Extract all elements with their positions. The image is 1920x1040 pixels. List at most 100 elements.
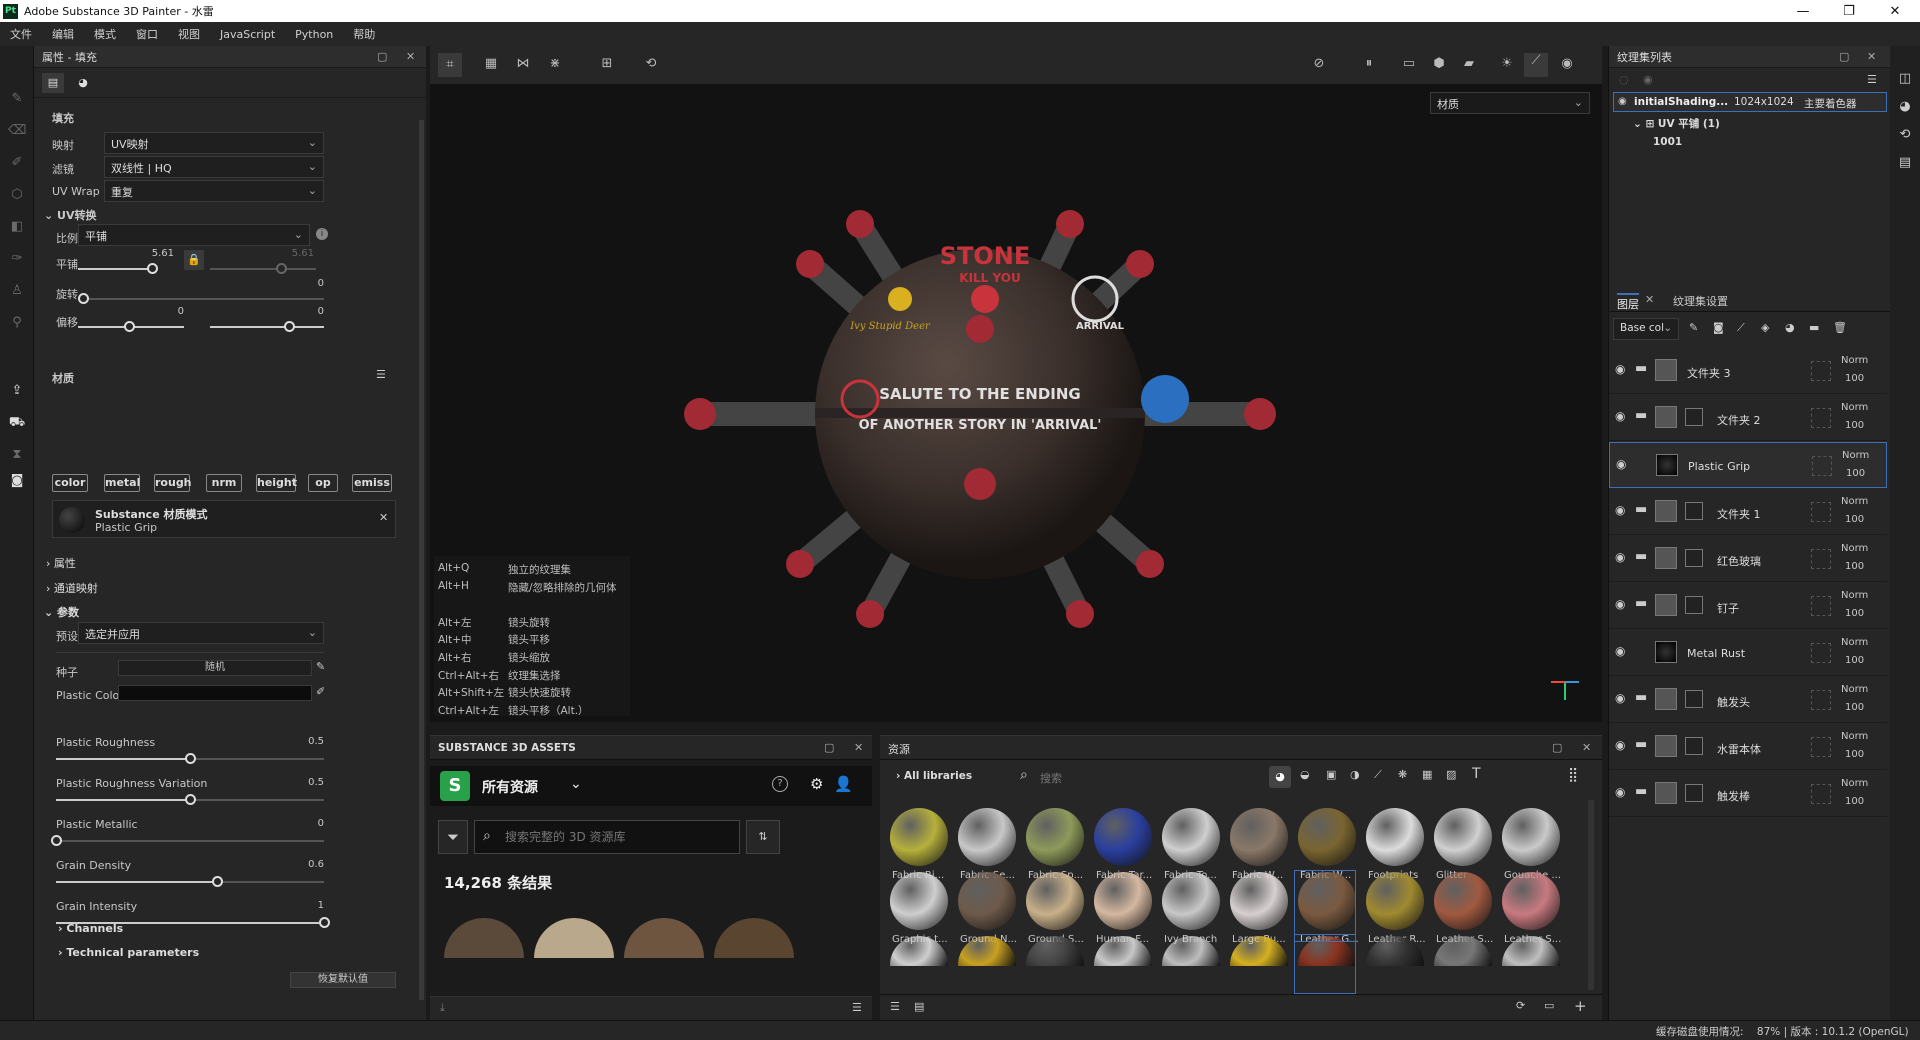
offset-slider-knob-2[interactable] [284, 321, 295, 332]
restore-defaults-button[interactable]: 恢复默认值 [290, 972, 396, 988]
channel-color[interactable]: color [52, 474, 88, 492]
material-thumbnail[interactable] [958, 872, 1016, 930]
channels-section-toggle[interactable]: › Channels [58, 922, 123, 935]
material-thumbnail[interactable] [1434, 872, 1492, 930]
history-icon[interactable]: ⟲ [1896, 126, 1914, 144]
material-props-icon[interactable]: ◕ [72, 73, 94, 93]
user-icon[interactable]: 👤 [834, 775, 853, 793]
delete-icon[interactable]: 🗑 [1833, 321, 1847, 334]
eye-icon[interactable]: ◉ [1615, 550, 1625, 564]
tiling-slider-knob-2[interactable] [276, 263, 287, 274]
seed-random-button[interactable]: 随机 [118, 660, 312, 676]
layer-opacity[interactable]: 100 [1845, 608, 1864, 619]
symmetry-y-icon[interactable]: ⋇ [546, 56, 564, 74]
blend-mode[interactable]: Norm [1841, 543, 1868, 554]
grid-view-icon[interactable]: ⌗ [438, 53, 462, 77]
assets-source-dropdown[interactable]: 所有资源 [482, 777, 538, 797]
layer-opacity[interactable]: 100 [1845, 749, 1864, 760]
eye-icon[interactable]: ◉ [1615, 644, 1625, 658]
add-mask-icon[interactable]: ◙ [1713, 321, 1724, 334]
layer-mask-slot[interactable] [1811, 690, 1831, 710]
asset-thumb[interactable] [534, 918, 614, 958]
sort-icon[interactable]: ⇅ [746, 820, 780, 854]
material-thumbnail[interactable] [1366, 872, 1424, 930]
blend-mode[interactable]: Norm [1841, 778, 1868, 789]
screenshot-icon[interactable]: ◉ [1558, 56, 1576, 74]
view-2d-icon[interactable]: ▭ [1400, 56, 1418, 74]
masks-icon[interactable]: ▣ [1326, 768, 1336, 781]
display-icon[interactable]: ◙ [8, 472, 26, 490]
layer-opacity[interactable]: 100 [1845, 514, 1864, 525]
close-icon[interactable]: ✕ [1582, 741, 1591, 754]
add-smart-material-icon[interactable]: ◕ [1785, 321, 1795, 334]
undock-icon[interactable]: ▢ [377, 50, 387, 63]
frame-icon[interactable]: ⊞ [598, 56, 616, 74]
layer-row[interactable]: ◉ Plastic Grip Norm 100 [1609, 442, 1887, 488]
layer-opacity[interactable]: 100 [1846, 468, 1865, 479]
asset-thumb[interactable] [714, 918, 794, 958]
eraser-icon[interactable]: ⌫ [8, 122, 26, 140]
layer-mask-slot[interactable] [1812, 456, 1832, 476]
param-slider-knob[interactable] [211, 876, 223, 887]
menu-window[interactable]: 窗口 [126, 26, 168, 42]
materials-filter-icon[interactable]: ◕ [1269, 766, 1291, 788]
undock-icon[interactable]: ▢ [824, 741, 834, 754]
color-picker-icon[interactable]: ✐ [316, 685, 325, 698]
layer-mask-slot[interactable] [1811, 784, 1831, 804]
channel-metal[interactable]: metal [104, 474, 140, 492]
camera-icon[interactable]: ◫ [1896, 70, 1914, 88]
properties-scrollbar[interactable] [419, 120, 424, 1000]
close-icon[interactable]: ✕ [1645, 293, 1654, 306]
filter-icon[interactable]: ⏷ [438, 820, 468, 854]
layer-mask-slot[interactable] [1811, 361, 1831, 381]
asset-thumb[interactable] [444, 918, 524, 958]
layer-mask-slot[interactable] [1811, 596, 1831, 616]
textures-icon[interactable]: ▦ [1422, 768, 1432, 781]
polygon-fill-icon[interactable]: ◧ [8, 218, 26, 236]
minimize-button[interactable]: — [1780, 0, 1826, 22]
assets-search-input[interactable] [505, 827, 725, 847]
smart-materials-icon[interactable]: ◒ [1300, 768, 1310, 781]
close-icon[interactable]: ✕ [379, 511, 388, 524]
eye-icon[interactable]: ◉ [1615, 362, 1625, 376]
lighting-icon[interactable]: ☀ [1498, 56, 1516, 74]
eye-icon[interactable]: ◉ [1618, 96, 1627, 107]
material-thumbnail[interactable] [958, 808, 1016, 866]
add-fill-layer-icon[interactable]: ◈ [1761, 321, 1769, 334]
menu-edit[interactable]: 编辑 [42, 26, 84, 42]
close-icon[interactable]: ✕ [854, 741, 863, 754]
layer-row[interactable]: ◉ ▬ 文件夹 3 Norm 100 [1609, 348, 1887, 394]
layer-opacity[interactable]: 100 [1845, 702, 1864, 713]
resources-scrollbar[interactable] [1588, 800, 1594, 990]
close-icon[interactable]: ✕ [1867, 50, 1876, 63]
eye-icon[interactable]: ◉ [1615, 503, 1625, 517]
layer-row[interactable]: ◉ ▬ 水雷本体 Norm 100 [1609, 724, 1887, 770]
maximize-button[interactable]: ❐ [1826, 0, 1872, 22]
history-reset-icon[interactable]: ⟲ [642, 56, 660, 74]
layer-row[interactable]: ◉ ▬ 钉子 Norm 100 [1609, 583, 1887, 629]
layer-row[interactable]: ◉ ▬ 文件夹 1 Norm 100 [1609, 489, 1887, 535]
channel-emiss[interactable]: emiss [352, 474, 392, 492]
help-icon[interactable]: ? [772, 776, 788, 792]
eye-icon[interactable]: ◉ [1616, 457, 1626, 471]
brushes-icon[interactable]: ⟋ [1374, 768, 1382, 782]
details-icon[interactable]: ▤ [914, 1000, 924, 1013]
layer-row[interactable]: ◉ ▬ 红色玻璃 Norm 100 [1609, 536, 1887, 582]
channel-op[interactable]: op [308, 474, 338, 492]
close-button[interactable]: ✕ [1872, 0, 1918, 22]
layer-mask-slot[interactable] [1811, 549, 1831, 569]
textureset-item[interactable]: ◉ initialShading... 1024x1024 主要着色器 [1613, 92, 1887, 112]
chevron-down-icon[interactable]: ⌄ [570, 776, 582, 792]
layer-mask-slot[interactable] [1811, 737, 1831, 757]
filter-select[interactable]: 双线性 | HQ ⌄ [104, 156, 324, 178]
export-icon[interactable]: ⇪ [8, 382, 26, 400]
geometry-icon[interactable]: ⬡ [8, 186, 26, 204]
scale-select[interactable]: 平铺 ⌄ [78, 224, 310, 246]
menu-mode[interactable]: 模式 [84, 26, 126, 42]
shader-icon[interactable]: ◕ [1896, 98, 1914, 116]
projection-icon[interactable]: ✐ [8, 154, 26, 172]
environments-icon[interactable]: ◑ [1350, 768, 1360, 781]
symmetry-x-icon[interactable]: ⋈ [514, 56, 532, 74]
edit-pencil-icon[interactable]: ✎ [316, 660, 325, 673]
material-thumbnail[interactable] [1026, 872, 1084, 930]
